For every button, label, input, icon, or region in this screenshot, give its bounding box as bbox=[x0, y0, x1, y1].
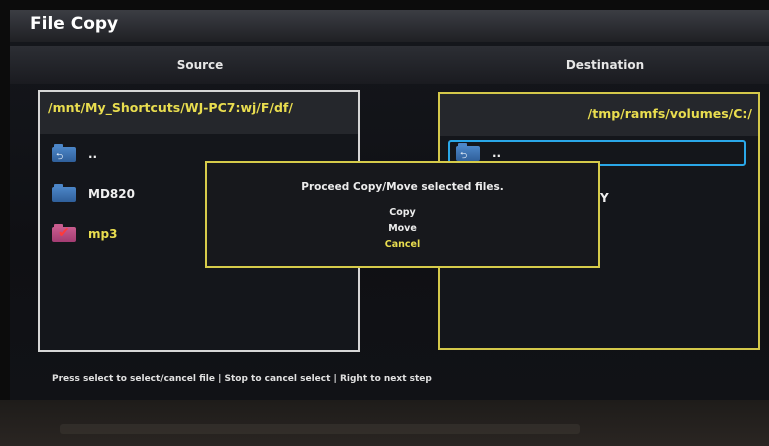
folder-icon bbox=[52, 183, 76, 202]
footer-hint: Press select to select/cancel file | Sto… bbox=[52, 374, 432, 384]
source-item-mp3[interactable]: ✔ mp3 bbox=[52, 223, 118, 244]
folder-up-icon: ⮌ bbox=[52, 143, 76, 162]
source-path: /mnt/My_Shortcuts/WJ-PC7:wj/F/df/ bbox=[48, 100, 293, 115]
title-bar bbox=[10, 10, 769, 42]
tv-bezel-bottom bbox=[0, 400, 769, 446]
destination-partial-item: Y bbox=[600, 191, 609, 205]
folder-checked-icon: ✔ bbox=[52, 223, 76, 242]
cancel-option[interactable]: Cancel bbox=[207, 239, 598, 250]
copy-option[interactable]: Copy bbox=[207, 207, 598, 218]
folder-up-icon: ⮌ bbox=[456, 142, 480, 161]
source-item-up[interactable]: ⮌ .. bbox=[52, 143, 98, 164]
source-header: Source bbox=[176, 58, 224, 72]
source-item-label: MD820 bbox=[88, 187, 135, 201]
destination-item-label: .. bbox=[492, 146, 502, 160]
destination-header: Destination bbox=[565, 58, 645, 72]
source-item-label: .. bbox=[88, 147, 98, 161]
window-title: File Copy bbox=[30, 14, 119, 34]
destination-path: /tmp/ramfs/volumes/C:/ bbox=[587, 106, 752, 121]
confirm-dialog: Proceed Copy/Move selected files. Copy M… bbox=[205, 161, 600, 268]
source-item-label: mp3 bbox=[88, 227, 118, 241]
source-item-md820[interactable]: MD820 bbox=[52, 183, 135, 204]
move-option[interactable]: Move bbox=[207, 223, 598, 234]
dialog-message: Proceed Copy/Move selected files. bbox=[301, 181, 504, 193]
